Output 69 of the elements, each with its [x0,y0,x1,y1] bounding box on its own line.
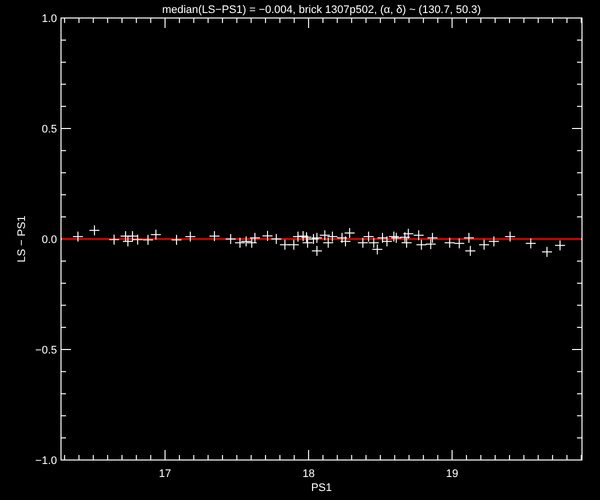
data-point [298,230,309,242]
data-point [292,231,304,242]
data-point [464,245,476,256]
data-point [488,236,500,247]
data-point [308,234,319,244]
data-point [399,232,410,243]
data-point [225,234,236,244]
data-point [311,232,322,244]
data-point [388,231,400,242]
data-point [426,232,438,244]
data-point [319,230,330,241]
data-point [368,237,380,248]
data-point [150,229,162,240]
data-point [171,234,182,246]
data-point [363,231,374,242]
data-point [288,239,300,250]
data-point [240,236,252,247]
data-point [270,234,282,244]
tick-label: 0.0 [42,234,57,246]
data-point [416,239,427,250]
data-point [301,232,312,243]
data-point [541,246,552,258]
data-point [454,238,465,249]
axis-label: LS − PS1 [16,216,28,262]
data-point [390,232,402,244]
data-point [554,240,566,251]
data-point [184,231,196,242]
data-point [478,239,490,250]
data-point [122,236,134,247]
data-point [302,237,314,248]
data-point [322,237,334,248]
data-point [402,228,414,240]
data-point [372,244,383,255]
data-point [262,230,274,242]
data-point [72,231,84,242]
data-point [377,232,388,244]
tick-label: 1.0 [42,13,57,25]
tick-label: 0.5 [42,124,57,136]
data-point [413,230,424,241]
tick-label: −1.0 [35,455,57,467]
data-point [401,237,412,248]
data-point [132,234,144,246]
data-point [279,239,290,250]
data-point [381,236,392,247]
data-point [311,245,322,256]
data-point [142,234,154,246]
data-point [208,230,220,242]
data-point [88,224,100,236]
data-point [463,232,474,244]
data-point [425,238,436,250]
data-point [357,237,368,248]
chart-title: median(LS−PS1) = −0.004, brick 1307p502, (α, δ) ~ (130.7, 50.3) [162,4,481,16]
data-point [126,230,138,242]
axis-label: PS1 [311,482,332,494]
data-point [340,236,351,247]
tick-label: 19 [446,468,458,480]
data-point [336,232,348,244]
data-point [525,238,536,249]
data-point [444,237,456,248]
tick-label: 18 [302,468,315,480]
data-point [504,231,516,242]
tick-label: 17 [158,468,172,480]
data-point [344,228,356,239]
data-point [249,232,260,244]
data-point [234,237,246,248]
data-point [108,234,120,246]
data-point [246,237,258,248]
tick-label: −0.5 [35,344,57,356]
data-point [326,231,338,242]
